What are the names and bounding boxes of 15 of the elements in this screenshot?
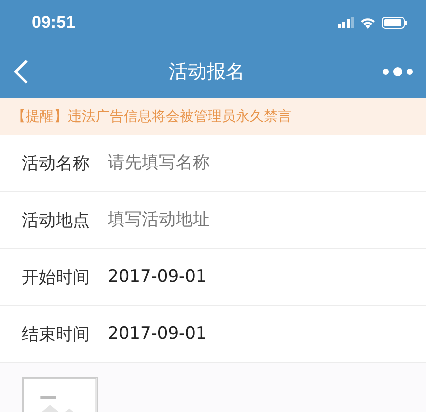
field-label: 结束时间 <box>22 324 91 346</box>
field-label: 开始时间 <box>22 266 91 288</box>
page-title: 活动报名 <box>168 60 246 84</box>
date-field[interactable]: 2017-09-01 <box>108 324 404 344</box>
wifi-icon <box>360 16 376 28</box>
more-icon[interactable] <box>382 66 414 78</box>
signal-icon <box>338 17 354 28</box>
input-field[interactable]: 填写活动地址 <box>108 210 404 230</box>
input-field[interactable]: 请先填写名称 <box>108 153 404 173</box>
field-label: 活动名称 <box>22 152 91 174</box>
date-field[interactable]: 2017-09-01 <box>108 267 404 287</box>
status-time: 09:51 <box>32 12 76 32</box>
battery-icon <box>382 16 408 28</box>
notice-banner: 【提醒】违法广告信息将会被管理员永久禁言 <box>0 98 426 135</box>
field-label: 活动地点 <box>22 210 91 232</box>
